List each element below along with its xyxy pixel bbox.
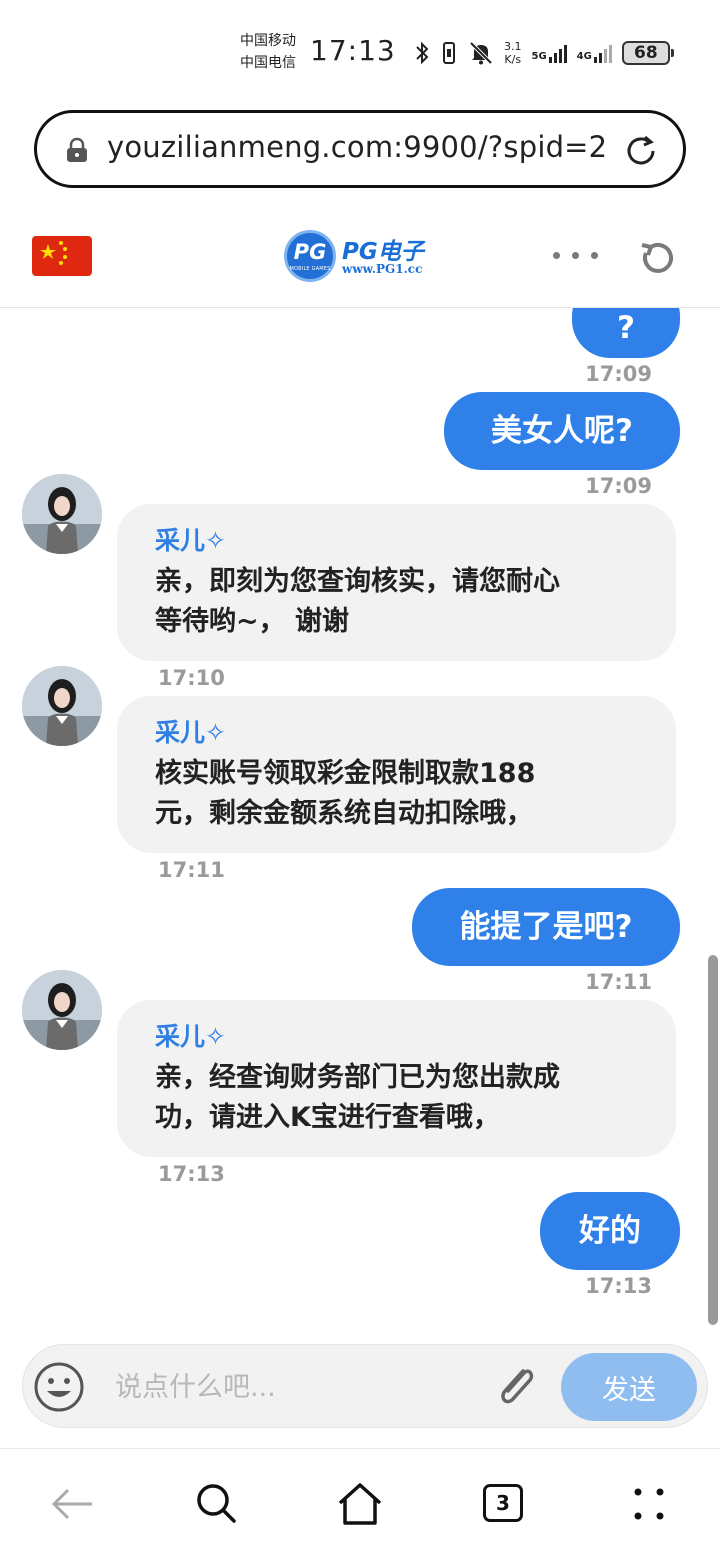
- message-composer: 发送: [22, 1344, 708, 1428]
- speed-value: 3.1: [504, 40, 522, 53]
- received-message-bubble: 采儿✧ 亲，经查询财务部门已为您出款成 功，请进入K宝进行查看哦，: [117, 1000, 676, 1157]
- carrier-1: 中国移动: [240, 33, 296, 49]
- agent-avatar[interactable]: [22, 970, 102, 1050]
- browser-bottom-nav: 3: [0, 1448, 720, 1560]
- status-clock: 17:13: [310, 34, 396, 67]
- message-text: 能提了是吧?: [459, 909, 633, 945]
- logo-name: PG电子: [342, 239, 424, 265]
- sent-message-bubble: 美女人呢?: [444, 392, 680, 470]
- message-line: 核实账号领取彩金限制取款188: [155, 758, 536, 789]
- message-time: 17:11: [158, 858, 225, 882]
- network-type-1: 5G: [531, 51, 547, 62]
- site-header: PG MOBILE GAMES PG电子 www.PG1.cc: [0, 206, 720, 308]
- message-line: 元，剩余金额系统自动扣除哦，: [155, 798, 533, 829]
- battery-icon: 68: [621, 41, 674, 65]
- message-text: 美女人呢?: [491, 413, 633, 449]
- chat-scrollbar[interactable]: [708, 955, 718, 1325]
- message-line: 功，请进入K宝进行查看哦，: [155, 1102, 500, 1133]
- attachment-icon[interactable]: [493, 1361, 541, 1415]
- lock-icon: [67, 137, 87, 162]
- message-time: 17:09: [585, 474, 652, 498]
- emoji-icon[interactable]: [33, 1361, 85, 1413]
- message-line: 亲，经查询财务部门已为您出款成: [155, 1062, 560, 1093]
- message-time: 17:13: [158, 1162, 225, 1186]
- message-text: 亲，即刻为您查询核实，请您耐心 等待哟~， 谢谢: [155, 562, 656, 642]
- message-line: 等待哟~， 谢谢: [155, 606, 350, 637]
- logo-badge-text: PG: [293, 240, 327, 264]
- received-message-bubble: 采儿✧ 核实账号领取彩金限制取款188 元，剩余金额系统自动扣除哦，: [117, 696, 676, 853]
- more-options-icon[interactable]: [553, 252, 598, 259]
- message-text: 核实账号领取彩金限制取款188 元，剩余金额系统自动扣除哦，: [155, 754, 656, 834]
- home-icon[interactable]: [335, 1479, 385, 1529]
- send-button[interactable]: 发送: [561, 1353, 697, 1421]
- agent-name: 采儿✧: [155, 718, 226, 747]
- sent-message-bubble: 能提了是吧?: [412, 888, 680, 966]
- message-text: 亲，经查询财务部门已为您出款成 功，请进入K宝进行查看哦，: [155, 1058, 656, 1138]
- china-flag-icon[interactable]: [32, 236, 92, 276]
- agent-avatar[interactable]: [22, 666, 102, 746]
- search-icon[interactable]: [192, 1479, 242, 1529]
- carrier-2: 中国电信: [240, 55, 296, 71]
- pg-logo-icon: PG MOBILE GAMES: [284, 230, 336, 282]
- signal-bars-1-icon: [548, 43, 567, 63]
- mute-bell-icon: [469, 41, 493, 65]
- battery-level: 68: [634, 43, 658, 63]
- status-icons: 3.1 K/s 5G 4G 68: [414, 36, 674, 70]
- back-arrow-icon[interactable]: [48, 1479, 98, 1529]
- refresh-icon[interactable]: [637, 239, 677, 279]
- message-time: 17:11: [585, 970, 652, 994]
- address-bar[interactable]: youzilianmeng.com:9900/?spid=2: [34, 110, 686, 188]
- tabs-button[interactable]: 3: [483, 1484, 523, 1522]
- network-type-2: 4G: [576, 51, 592, 62]
- bluetooth-icon: [416, 41, 429, 65]
- chat-thread[interactable]: ? 17:09 美女人呢? 17:09 采儿✧ 亲，即刻为您查询核实，请您耐心 …: [0, 308, 720, 1338]
- menu-dots-icon[interactable]: [624, 1479, 674, 1529]
- message-time: 17:10: [158, 666, 225, 690]
- message-time: 17:09: [585, 362, 652, 386]
- carrier-labels: 中国移动 中国电信: [240, 30, 296, 74]
- signal-2: 4G: [577, 43, 612, 63]
- message-input[interactable]: [115, 1365, 475, 1409]
- status-bar: 中国移动 中国电信 17:13 3.1 K/s 5G 4G 68: [0, 0, 720, 96]
- signal-bars-2-icon: [593, 43, 612, 63]
- logo-badge-subtext: MOBILE GAMES: [289, 266, 331, 272]
- agent-name: 采儿✧: [155, 526, 226, 555]
- logo-url: www.PG1.cc: [342, 262, 423, 276]
- sent-message-bubble: ?: [572, 308, 680, 358]
- received-message-bubble: 采儿✧ 亲，即刻为您查询核实，请您耐心 等待哟~， 谢谢: [117, 504, 676, 661]
- signal-1: 5G: [532, 43, 567, 63]
- network-speed: 3.1 K/s: [504, 40, 522, 66]
- message-line: 亲，即刻为您查询核实，请您耐心: [155, 566, 560, 597]
- sent-message-bubble: 好的: [540, 1192, 680, 1270]
- agent-avatar[interactable]: [22, 474, 102, 554]
- message-time: 17:13: [585, 1274, 652, 1298]
- speed-unit: K/s: [504, 53, 522, 66]
- message-text: 好的: [579, 1213, 641, 1249]
- reload-icon[interactable]: [621, 131, 661, 171]
- vibrate-icon: [443, 42, 455, 64]
- url-text[interactable]: youzilianmeng.com:9900/?spid=2: [107, 130, 607, 164]
- agent-name: 采儿✧: [155, 1022, 226, 1051]
- message-text: ?: [617, 310, 635, 346]
